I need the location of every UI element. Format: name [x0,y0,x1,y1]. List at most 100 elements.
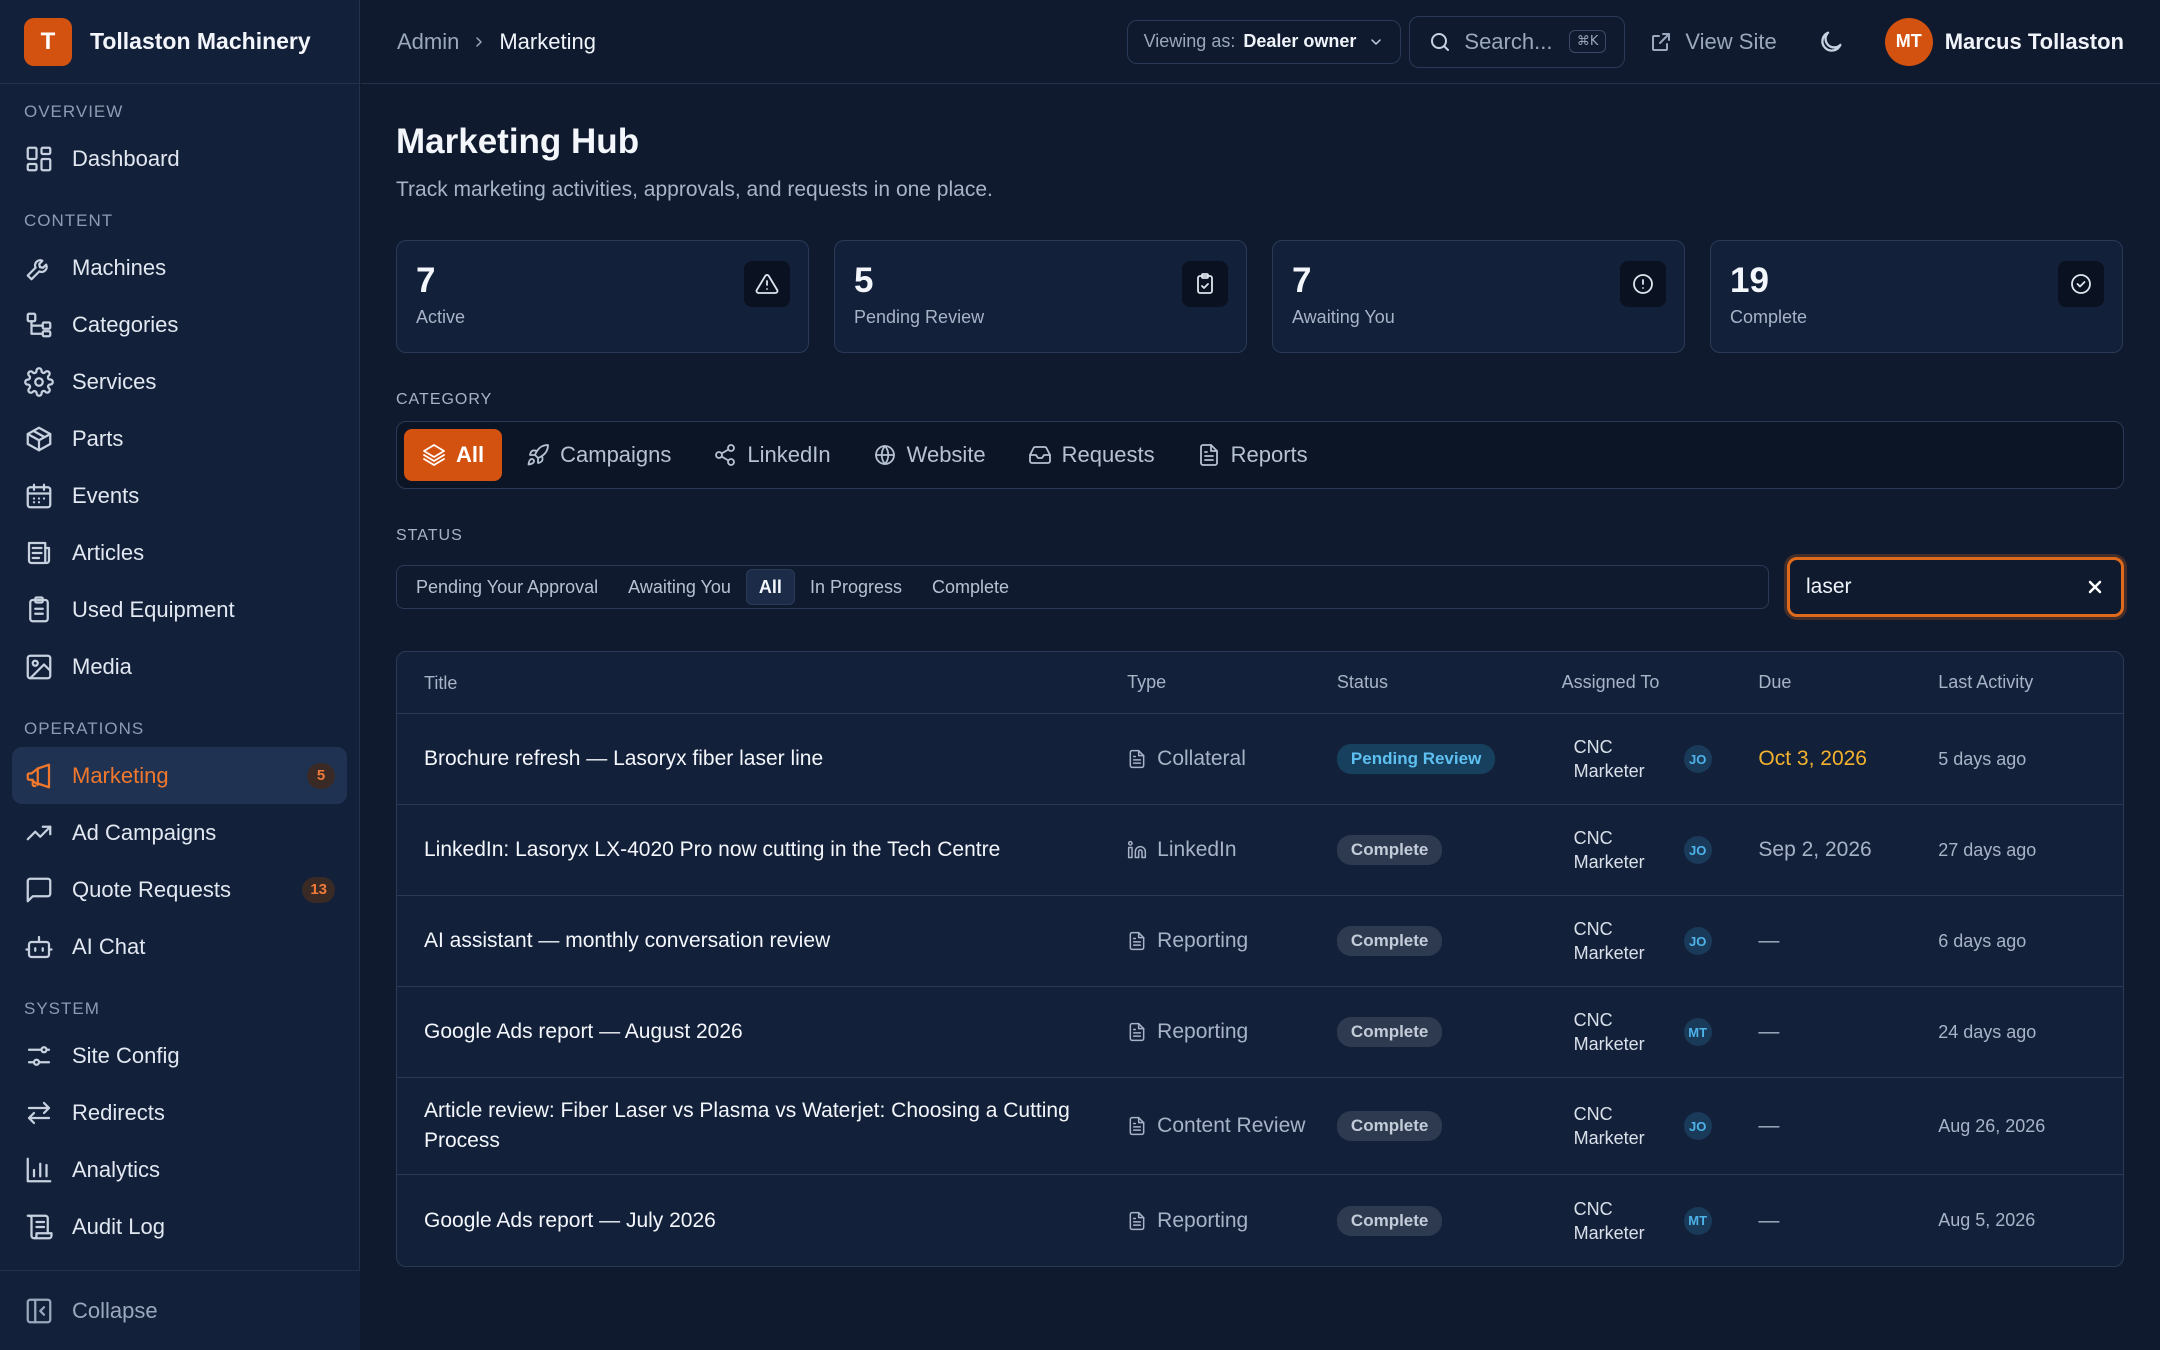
user-menu[interactable]: MT Marcus Tollaston [1884,17,2124,66]
row-last-activity: 24 days ago [1938,1021,2037,1042]
bar-chart-icon [24,1155,54,1185]
avatar: MT [1884,17,1933,66]
tab-campaigns[interactable]: Campaigns [508,429,689,481]
topbar: Admin Marketing Viewing as: Dealer owner… [361,0,2160,84]
column-header[interactable]: Assigned To [1562,672,1759,693]
table-row[interactable]: Google Ads report — July 2026 Reporting Co… [397,1175,2123,1266]
row-title[interactable]: Google Ads report — August 2026 [397,1017,1127,1047]
assignee-name: CNC Marketer [1573,828,1645,872]
sidebar-item-services[interactable]: Services [0,353,359,410]
sidebar-item-marketing[interactable]: Marketing 5 [12,747,347,804]
moon-icon[interactable] [1817,28,1845,56]
viewing-as-label: Viewing as: [1143,31,1236,51]
count-badge: 5 [307,762,335,789]
stat-card[interactable]: 19 Complete [1710,240,2123,353]
share-icon [713,443,737,467]
column-header[interactable]: Status [1337,672,1562,693]
category-tabs: All Campaigns LinkedIn Website Requests Repor… [396,421,2124,489]
viewing-as-select[interactable]: Viewing as: Dealer owner [1126,19,1402,64]
sidebar-item-ai-chat[interactable]: AI Chat [0,918,359,975]
assignee-name: CNC Marketer [1573,1104,1645,1148]
row-title[interactable]: Article review: Fiber Laser vs Plasma vs… [397,1096,1127,1156]
filter-search-input[interactable]: laser [1787,557,2124,617]
sidebar-item-label: Site Config [72,1042,180,1068]
global-search[interactable]: Search... ⌘K [1409,15,1626,68]
assignee-avatar: JO [1683,1112,1712,1140]
sidebar-item-label: Audit Log [72,1213,165,1239]
sidebar-item-media[interactable]: Media [0,638,359,695]
row-type: Reporting [1127,929,1337,953]
sidebar-item-dashboard[interactable]: Dashboard [0,130,359,187]
table-row[interactable]: Google Ads report — August 2026 Reporting… [397,987,2123,1078]
status-tab-complete[interactable]: Complete [917,569,1024,605]
sidebar-item-events[interactable]: Events [0,467,359,524]
sidebar-item-quote-requests[interactable]: Quote Requests 13 [0,861,359,918]
table-row[interactable]: Brochure refresh — Lasoryx fiber laser l… [397,714,2123,805]
brand[interactable]: T Tollaston Machinery [0,0,359,84]
sidebar-item-audit-log[interactable]: Audit Log [0,1198,359,1255]
sidebar-item-ad-campaigns[interactable]: Ad Campaigns [0,804,359,861]
table-row[interactable]: LinkedIn: Lasoryx LX-4020 Pro now cuttin… [397,805,2123,896]
tab-requests[interactable]: Requests [1010,429,1173,481]
stat-card[interactable]: 7 Awaiting You [1272,240,1685,353]
nav-section-title: Content [24,211,114,230]
tab-all[interactable]: All [404,429,503,481]
row-type: Reporting [1127,1209,1337,1233]
sidebar-item-parts[interactable]: Parts [0,410,359,467]
status-tab-all[interactable]: All [745,569,795,605]
column-header[interactable]: Last Activity [1938,672,2123,693]
status-tab-pending-your-approval[interactable]: Pending Your Approval [401,569,613,605]
row-type: LinkedIn [1127,838,1337,862]
assignee-name: CNC Marketer [1573,1010,1645,1054]
column-header[interactable]: Due [1758,672,1938,693]
page-title: Marketing Hub [396,122,640,161]
sidebar-item-label: Events [72,482,140,508]
file-icon [1127,1022,1147,1042]
sidebar-item-machines[interactable]: Machines [0,239,359,296]
tab-label: Reports [1230,442,1308,467]
row-last-activity: 6 days ago [1938,930,2027,951]
sidebar-item-analytics[interactable]: Analytics [0,1141,359,1198]
sidebar-item-label: Marketing [72,762,169,788]
row-title[interactable]: AI assistant — monthly conversation revi… [397,926,1127,956]
column-header[interactable]: Title [397,668,1127,698]
sidebar-item-site-config[interactable]: Site Config [0,1027,359,1084]
column-header[interactable]: Type [1127,672,1337,693]
stat-card[interactable]: 5 Pending Review [834,240,1247,353]
status-tabs: Pending Your Approval Awaiting You All In P… [396,565,1769,609]
stat-cards: 7 Active 5 Pending Review 7 Awaiting You 19 Com… [396,240,2124,353]
row-assignee: CNC Marketer JO [1562,735,1759,783]
sidebar-item-used-equipment[interactable]: Used Equipment [0,581,359,638]
table-row[interactable]: Article review: Fiber Laser vs Plasma vs… [397,1078,2123,1175]
stat-card[interactable]: 7 Active [396,240,809,353]
clipboard-icon [24,595,54,625]
breadcrumb-admin[interactable]: Admin [397,29,459,55]
status-tab-in-progress[interactable]: In Progress [795,569,917,605]
tab-website[interactable]: Website [855,429,1004,481]
close-icon[interactable] [2085,577,2105,597]
row-type-label: Reporting [1157,929,1249,952]
view-site-link[interactable]: View Site [1649,29,1777,55]
alert-circle-icon [1620,261,1666,307]
sidebar-item-label: Machines [72,254,167,280]
file-icon [1127,931,1147,951]
row-type-label: Reporting [1157,1020,1249,1043]
sidebar-item-categories[interactable]: Categories [0,296,359,353]
row-title[interactable]: Google Ads report — July 2026 [397,1206,1127,1236]
collapse-button[interactable]: Collapse [0,1270,360,1350]
stat-value: 19 [1730,261,1769,300]
gear-icon [24,366,54,397]
row-type-label: Collateral [1157,747,1246,770]
nav-section-title: System [24,999,100,1018]
tab-linkedin[interactable]: LinkedIn [695,429,848,481]
row-title[interactable]: LinkedIn: Lasoryx LX-4020 Pro now cuttin… [397,835,1127,865]
status-badge: Complete [1336,1017,1443,1047]
sidebar-item-redirects[interactable]: Redirects [0,1084,359,1141]
sidebar-item-articles[interactable]: Articles [0,524,359,581]
row-title[interactable]: Brochure refresh — Lasoryx fiber laser l… [397,744,1127,774]
table-row[interactable]: AI assistant — monthly conversation revi… [397,896,2123,987]
brand-logo: T [24,17,72,66]
status-tab-awaiting-you[interactable]: Awaiting You [613,569,746,605]
assignee-avatar: MT [1683,1206,1712,1235]
tab-reports[interactable]: Reports [1179,429,1326,481]
